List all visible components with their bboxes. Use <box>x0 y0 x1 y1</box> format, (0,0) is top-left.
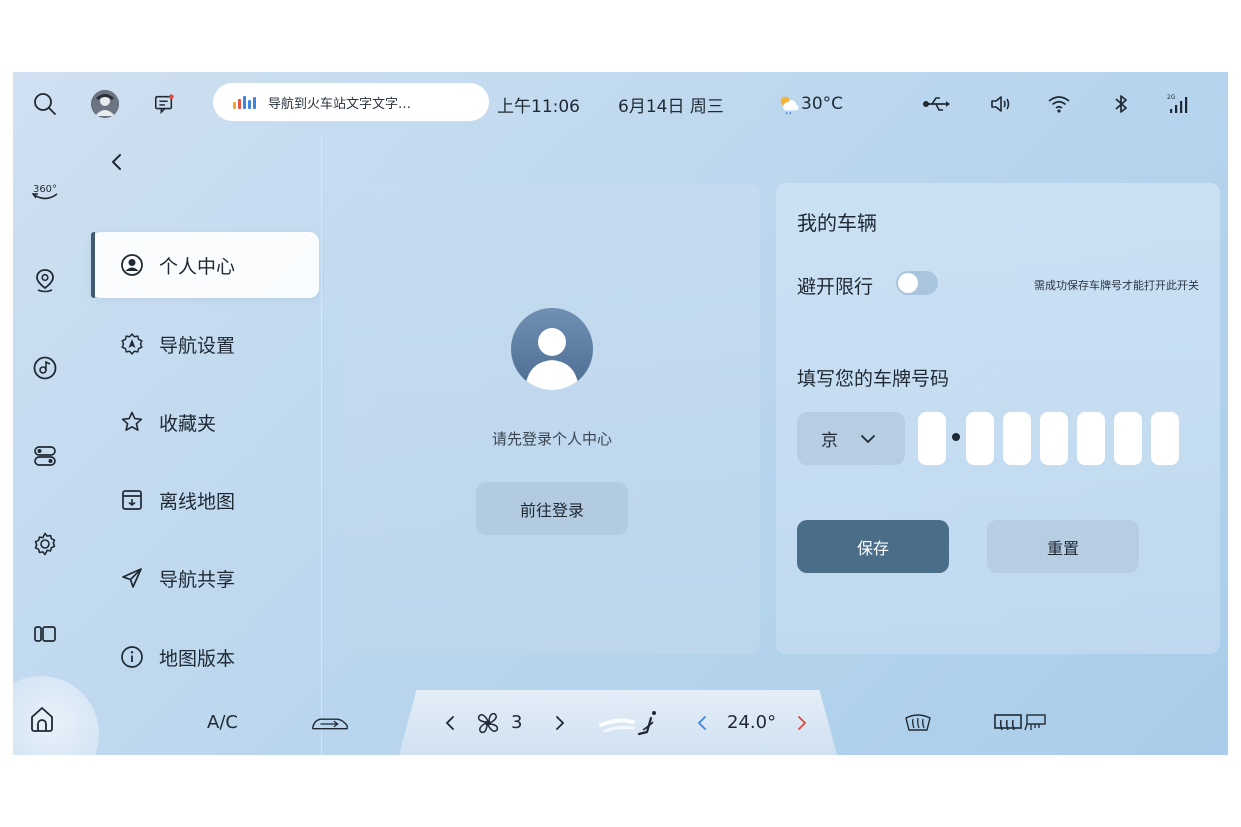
car-infotainment-screen: 360° 导航到火车站文字文字… 上午11:06 6月14日 周三 30°C 2… <box>13 72 1228 755</box>
fan-decrease-button[interactable] <box>443 690 457 755</box>
toggle-settings-icon[interactable] <box>27 438 63 474</box>
back-button[interactable] <box>107 150 137 180</box>
fan-icon <box>475 690 501 755</box>
menu-item-label: 地图版本 <box>159 647 236 670</box>
fan-increase-button[interactable] <box>553 690 567 755</box>
plate-char-input[interactable] <box>1077 412 1105 465</box>
chevron-right-icon <box>798 715 807 730</box>
ac-button[interactable]: A/C <box>207 690 238 755</box>
navigation-notification-pill[interactable]: 导航到火车站文字文字… <box>213 83 489 121</box>
chevron-right-icon <box>556 715 565 730</box>
left-rail: 360° <box>13 72 99 755</box>
fan-level: 3 <box>511 712 523 733</box>
chevron-left-icon <box>445 715 454 730</box>
rear-defrost-icon[interactable] <box>993 690 1049 755</box>
login-hint: 请先登录个人中心 <box>491 430 612 448</box>
my-vehicle-card: 我的车辆 避开限行 需成功保存车牌号才能打开此开关 填写您的车牌号码 京 保存 … <box>776 183 1220 654</box>
temp-increase-button[interactable] <box>795 690 809 755</box>
province-select[interactable]: 京 <box>797 412 905 465</box>
wifi-icon[interactable] <box>1047 72 1071 136</box>
menu-item-personal-center[interactable]: 个人中心 <box>91 232 319 298</box>
clock-time: 上午11:06 <box>497 96 580 117</box>
network-type-label: 2G <box>1167 94 1176 101</box>
partly-sunny-rain-icon <box>780 96 799 115</box>
temperature-value: 24.0° <box>727 712 777 733</box>
login-card: 请先登录个人中心 前往登录 <box>344 183 760 654</box>
date-text: 6月14日 周三 <box>618 96 724 117</box>
province-value: 京 <box>821 431 838 451</box>
save-button[interactable]: 保存 <box>797 520 949 573</box>
gear-icon[interactable] <box>27 526 63 562</box>
chevron-left-icon <box>112 154 121 170</box>
menu-item-nav-settings[interactable]: 导航设置 <box>91 311 319 377</box>
bluetooth-icon[interactable] <box>1113 72 1129 136</box>
temp-decrease-button[interactable] <box>695 690 709 755</box>
nav-settings-icon <box>119 331 145 357</box>
download-box-icon <box>119 487 145 513</box>
menu-item-label: 导航共享 <box>159 568 236 591</box>
seat-airflow-icon[interactable] <box>599 690 663 755</box>
climate-dock: A/C 3 24.0° <box>77 690 1228 755</box>
plate-char-input[interactable] <box>1114 412 1142 465</box>
front-defrost-icon[interactable] <box>903 690 933 755</box>
chevron-left-icon <box>697 715 706 730</box>
toggle-knob <box>898 273 918 293</box>
map-pin-icon[interactable] <box>27 262 63 298</box>
go-login-button[interactable]: 前往登录 <box>476 482 628 535</box>
user-circle-icon <box>119 252 145 278</box>
plate-number-label: 填写您的车牌号码 <box>797 368 950 390</box>
avoid-restriction-note: 需成功保存车牌号才能打开此开关 <box>1034 279 1199 292</box>
star-icon <box>119 409 145 435</box>
menu-item-offline-map[interactable]: 离线地图 <box>91 467 319 533</box>
plate-separator-dot <box>952 433 960 441</box>
voice-bars-icon <box>233 95 256 109</box>
status-bar: 导航到火车站文字文字… 上午11:06 6月14日 周三 30°C 2G <box>77 72 1228 136</box>
menu-item-favorites[interactable]: 收藏夹 <box>91 389 319 455</box>
360-view-icon[interactable]: 360° <box>27 174 63 210</box>
plate-char-input[interactable] <box>918 412 946 465</box>
usb-icon <box>922 72 952 136</box>
music-icon[interactable] <box>27 350 63 386</box>
plate-char-input[interactable] <box>1040 412 1068 465</box>
home-icon <box>31 707 53 732</box>
reset-button[interactable]: 重置 <box>987 520 1139 573</box>
menu-item-nav-share[interactable]: 导航共享 <box>91 545 319 611</box>
info-icon <box>119 644 145 670</box>
plate-char-input[interactable] <box>966 412 994 465</box>
avoid-restriction-label: 避开限行 <box>797 276 874 298</box>
weather: 30°C <box>777 72 843 136</box>
menu-item-label: 收藏夹 <box>159 412 217 435</box>
car-recirculation-icon[interactable] <box>309 690 351 755</box>
signal-icon: 2G <box>1167 72 1193 136</box>
nav-notification-text: 导航到火车站文字文字… <box>268 96 412 112</box>
message-icon[interactable] <box>153 72 175 136</box>
send-icon <box>119 565 145 591</box>
search-icon[interactable] <box>27 86 63 122</box>
default-avatar-icon <box>511 308 593 390</box>
plate-char-input[interactable] <box>1003 412 1031 465</box>
apps-icon[interactable] <box>27 616 63 652</box>
plate-char-input[interactable] <box>1151 412 1179 465</box>
menu-item-map-version[interactable]: 地图版本 <box>91 624 319 690</box>
chevron-down-icon <box>861 434 875 443</box>
settings-menu: 个人中心 导航设置 收藏夹 离线地图 导航共享 地图版本 <box>77 136 322 755</box>
temperature-text: 30°C <box>801 94 844 114</box>
menu-item-label: 个人中心 <box>159 255 236 278</box>
menu-item-label: 导航设置 <box>159 334 236 357</box>
avoid-restriction-toggle[interactable] <box>896 271 938 295</box>
vehicle-card-title: 我的车辆 <box>797 211 877 235</box>
volume-icon[interactable] <box>989 72 1013 136</box>
avatar[interactable] <box>91 90 119 118</box>
menu-item-label: 离线地图 <box>159 490 236 513</box>
